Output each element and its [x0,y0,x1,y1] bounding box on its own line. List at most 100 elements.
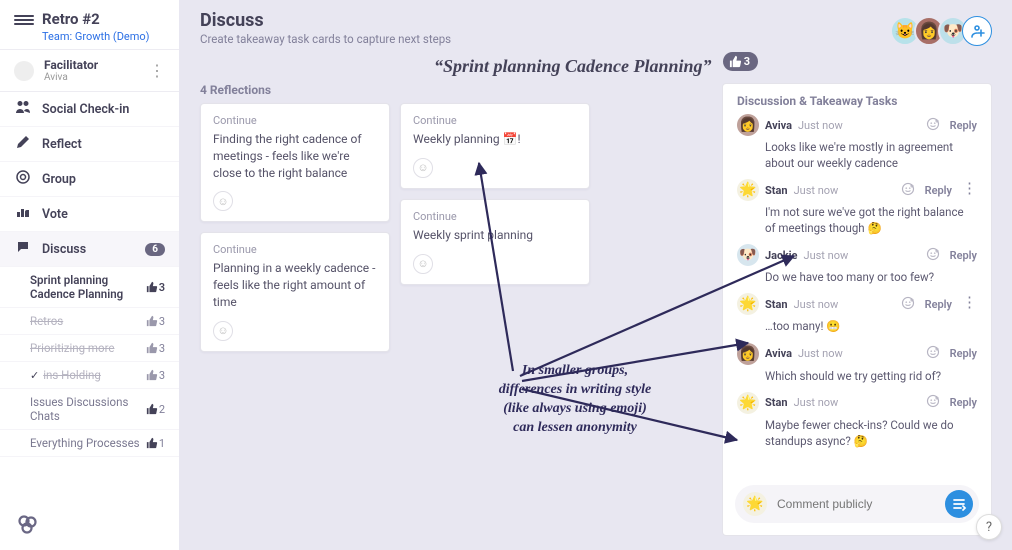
sidebar-item-group[interactable]: Group [0,162,179,197]
topic-retros[interactable]: Retros 3 [0,308,179,335]
add-reaction-icon[interactable] [926,247,940,264]
reply-button[interactable]: Reply [950,396,977,409]
vote-icon [14,205,32,223]
thumb-up-icon [146,369,158,381]
sidebar: Retro #2 Team: Growth (Demo) Facilitator… [0,0,180,550]
comment-body: Maybe fewer check-ins? Could we do stand… [765,417,977,449]
comment-time: Just now [804,249,849,262]
comment-body: I'm not sure we've got the right balance… [765,204,977,236]
add-reaction-icon[interactable] [926,394,940,411]
reflection-card[interactable]: Continue Finding the right cadence of me… [200,103,390,222]
topic-sprint-planning-cadence[interactable]: Sprint planning Cadence Planning 3 [0,267,179,308]
card-body: Weekly planning 📅! [413,131,577,148]
reply-button[interactable]: Reply [950,249,977,262]
topic-count: 2 [159,403,165,416]
reply-button[interactable]: Reply [950,119,977,132]
add-reaction-icon[interactable] [901,182,915,199]
send-button[interactable] [945,490,973,518]
topic-label: Prioritizing more [30,341,114,355]
team-link[interactable]: Team: Growth (Demo) [42,30,150,43]
people-icon [14,100,32,118]
discuss-count-badge: 6 [145,243,165,256]
annotation-callout: In smaller groups, differences in writin… [455,362,695,438]
thumb-up-icon [146,342,158,354]
help-button[interactable]: ? [976,514,1002,540]
reflection-card[interactable]: Continue Weekly sprint planning ☺ [400,199,590,285]
comment-avatar: 🌟 [737,179,759,201]
card-tag: Continue [213,114,377,127]
page-subtitle: Create takeaway task cards to capture ne… [200,32,451,46]
sidebar-item-label: Reflect [42,137,82,152]
comment-author: Aviva [765,347,792,360]
add-participant-button[interactable] [962,16,992,46]
reflections-title: 4 Reflections [200,83,710,97]
reply-button[interactable]: Reply [925,298,952,311]
menu-icon[interactable] [14,10,34,30]
thumb-up-icon [146,315,158,327]
facilitator-avatar [14,61,34,81]
add-reaction-icon[interactable] [926,345,940,362]
reflection-card[interactable]: Continue Planning in a weekly cadence - … [200,232,390,351]
comment-author: Stan [765,184,788,197]
topic-label: ins Holding [43,368,101,382]
topic-issues-discussions-chats[interactable]: Issues Discussions Chats 2 [0,389,179,430]
discuss-icon [14,240,32,258]
topic-prioritizing-more[interactable]: Prioritizing more 3 [0,335,179,362]
thumb-up-icon [146,403,158,415]
comment-time: Just now [794,298,839,311]
main-panel: Discuss Create takeaway task cards to ca… [180,0,1012,550]
add-reaction-icon[interactable] [901,296,915,313]
facilitator-name: Aviva [44,72,98,83]
add-reaction-icon[interactable]: ☺ [413,254,433,274]
sidebar-item-label: Group [42,172,76,187]
sidebar-item-reflect[interactable]: Reflect [0,127,179,162]
comment-author: Stan [765,396,788,409]
reflection-card[interactable]: Continue Weekly planning 📅! ☺ [400,103,590,189]
topic-ins-holding[interactable]: ✓ ins Holding 3 [0,362,179,389]
add-reaction-icon[interactable] [926,117,940,134]
sidebar-item-label: Social Check-in [42,102,129,117]
add-reaction-icon[interactable]: ☺ [213,191,233,211]
card-body: Weekly sprint planning [413,227,577,244]
card-tag: Continue [413,210,577,223]
comment-input-row: 🌟 [735,485,979,523]
sidebar-item-social-check-in[interactable]: Social Check-in [0,92,179,127]
topic-everything-processes[interactable]: Everything Processes 1 [0,430,179,457]
comment-avatar: 🌟 [737,293,759,315]
add-reaction-icon[interactable]: ☺ [413,158,433,178]
comment-avatar: 🌟 [737,392,759,414]
comment-author: Stan [765,298,788,311]
comment-time: Just now [794,184,839,197]
comment-body: Which should we try getting rid of? [765,368,977,384]
comment-avatar: 👩 [737,114,759,136]
card-tag: Continue [213,243,377,256]
comment: 👩AvivaJust nowReplyLooks like we're most… [737,114,977,171]
add-reaction-icon[interactable]: ☺ [213,321,233,341]
topic-label: Retros [30,314,63,328]
discussion-topic-title: “Sprint planning Cadence Planning” [434,56,712,76]
topic-label: Everything Processes [30,436,140,450]
comment: 🌟 Stan Just now Reply Maybe fewer check-ins?… [737,392,977,449]
sidebar-item-discuss[interactable]: Discuss 6 [0,232,179,267]
card-tag: Continue [413,114,577,127]
topic-count: 1 [159,437,165,450]
facilitator-row: Facilitator Aviva ⋮ [0,50,179,92]
reply-button[interactable]: Reply [925,184,952,197]
topic-count: 3 [159,342,165,355]
app-logo [0,502,179,550]
comment-input[interactable] [767,497,945,511]
sidebar-item-vote[interactable]: Vote [0,197,179,232]
thumb-up-icon [729,55,742,68]
comment: 🐶JackieJust nowReplyDo we have too many … [737,244,977,285]
facilitator-menu-icon[interactable]: ⋮ [149,61,165,80]
comment-avatar: 🐶 [737,244,759,266]
reply-button[interactable]: Reply [950,347,977,360]
topic-count: 3 [159,315,165,328]
facilitator-role: Facilitator [44,58,98,72]
comment-time: Just now [794,396,839,409]
comment-avatar: 👩 [737,343,759,365]
card-body: Planning in a weekly cadence - feels lik… [213,260,377,310]
thumb-count: 3 [744,55,750,68]
comment-time: Just now [798,347,843,360]
sidebar-item-label: Vote [42,207,68,222]
